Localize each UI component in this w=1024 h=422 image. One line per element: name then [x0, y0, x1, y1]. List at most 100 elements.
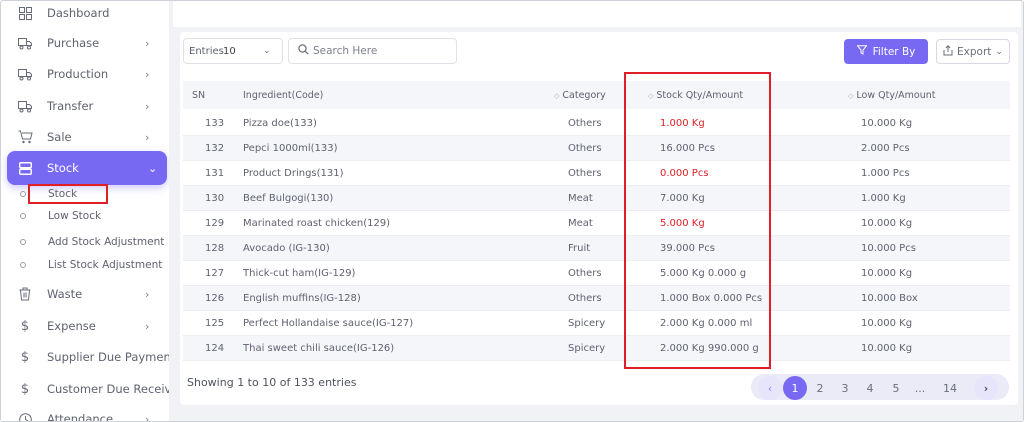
chevron-right-icon: ›	[145, 99, 150, 113]
table-row: 125 Perfect Hollandaise sauce(IG-127) Spic…	[183, 311, 1010, 336]
entries-select[interactable]: Entries 10 ⌄	[183, 38, 283, 64]
highlight-box	[624, 72, 771, 369]
top-bar	[173, 1, 1021, 27]
page-14-button[interactable]: 14	[941, 376, 959, 400]
bullet-icon	[20, 213, 26, 219]
cell-category: Others	[568, 293, 602, 304]
chevron-right-icon: ›	[145, 412, 150, 422]
sidebar-item-stock[interactable]: Stock ⌄	[7, 151, 167, 185]
filter-icon	[856, 45, 868, 58]
filter-by-button[interactable]: Filter By	[844, 39, 928, 64]
chevron-down-icon: ⌄	[995, 46, 1003, 57]
cell-sn: 132	[205, 143, 225, 154]
entries-info: Showing 1 to 10 of 133 entries	[187, 376, 357, 389]
sidebar-item-label: Sale	[47, 130, 72, 144]
submenu-item-low-stock[interactable]: Low Stock	[1, 206, 169, 226]
previous-page-button[interactable]: ‹	[758, 376, 782, 400]
cell-category: Others	[568, 168, 602, 179]
search-field[interactable]	[288, 38, 457, 64]
cell-ingredient: Thick-cut ham(IG-129)	[243, 268, 356, 279]
cell-low-qty: 10.000 Kg	[861, 118, 913, 129]
export-label: Export	[957, 45, 992, 58]
sidebar-item-expense[interactable]: $ Expense ›	[1, 312, 169, 340]
page-4-button[interactable]: 4	[864, 376, 876, 400]
table-row: 131 Product Drings(131) Others 0.000 Pcs 1.0…	[183, 161, 1010, 186]
sidebar-item-supplier-due-payment[interactable]: $ Supplier Due Payment	[1, 343, 175, 371]
app-window: Dashboard Purchase › Production › Transf…	[0, 0, 1024, 422]
chevron-down-icon: ⌄	[148, 161, 158, 175]
column-header-sn[interactable]: SN	[192, 90, 205, 101]
sidebar-item-label: Stock	[47, 161, 79, 175]
sidebar: Dashboard Purchase › Production › Transf…	[1, 1, 179, 422]
chevron-right-icon: ›	[145, 36, 150, 50]
table-row: 126 English muffins(IG-128) Others 1.000 Bo…	[183, 286, 1010, 311]
cell-low-qty: 10.000 Kg	[861, 218, 913, 229]
chevron-right-icon: ›	[145, 287, 150, 301]
page-5-button[interactable]: 5	[890, 376, 902, 400]
chevron-down-icon: ⌄	[263, 46, 271, 56]
sidebar-item-label: Waste	[47, 287, 83, 301]
cell-low-qty: 10.000 Kg	[861, 268, 913, 279]
sidebar-item-dashboard[interactable]: Dashboard	[1, 1, 169, 27]
sidebar-item-label: Customer Due Receive	[47, 382, 179, 396]
sidebar-item-production[interactable]: Production ›	[1, 60, 169, 88]
entries-label: Entries	[189, 45, 224, 57]
page-1-button[interactable]: 1	[783, 376, 807, 400]
table-header: SN Ingredient(Code) ◇ Category ◇ Stock Qty…	[183, 81, 1010, 109]
submenu-item-add-stock-adjustment[interactable]: Add Stock Adjustment	[1, 232, 169, 252]
cell-low-qty: 10.000 Box	[861, 293, 918, 304]
cell-low-qty: 10.000 Pcs	[861, 243, 916, 254]
column-header-ingredient[interactable]: Ingredient(Code)	[243, 90, 323, 101]
cell-sn: 124	[205, 343, 225, 354]
trash-icon	[17, 286, 33, 302]
search-input[interactable]	[313, 43, 451, 59]
sidebar-item-transfer[interactable]: Transfer ›	[1, 92, 169, 120]
cell-low-qty: 1.000 Kg	[861, 193, 906, 204]
cell-sn: 125	[205, 318, 225, 329]
dollar-icon: $	[20, 318, 30, 334]
sort-icon: ◇	[848, 92, 854, 100]
cell-ingredient: English muffins(IG-128)	[243, 293, 361, 304]
sidebar-item-waste[interactable]: Waste ›	[1, 280, 169, 308]
column-header-low-qty[interactable]: ◇ Low Qty/Amount	[848, 90, 935, 101]
cart-icon	[17, 129, 33, 145]
sidebar-item-label: Expense	[47, 319, 96, 333]
bullet-icon	[20, 191, 26, 197]
chevron-right-icon: ›	[145, 130, 150, 144]
sidebar-item-label: Dashboard	[47, 6, 110, 20]
cell-sn: 128	[205, 243, 225, 254]
sidebar-item-sale[interactable]: Sale ›	[1, 123, 169, 151]
cell-category: Fruit	[568, 243, 591, 254]
cell-low-qty: 2.000 Pcs	[861, 143, 910, 154]
sidebar-item-customer-due-receive[interactable]: $ Customer Due Receive	[1, 375, 179, 403]
dashboard-icon	[17, 5, 33, 21]
sidebar-item-label: Transfer	[47, 99, 94, 113]
next-page-button[interactable]: ›	[974, 376, 998, 400]
sidebar-item-label: Purchase	[47, 36, 100, 50]
page-2-button[interactable]: 2	[814, 376, 826, 400]
table-row: 133 Pizza doe(133) Others 1.000 Kg 10.000 Kg	[183, 111, 1010, 136]
filter-by-label: Filter By	[872, 45, 916, 58]
cell-ingredient: Product Drings(131)	[243, 168, 344, 179]
bullet-icon	[20, 262, 26, 268]
column-header-category[interactable]: ◇ Category	[554, 90, 606, 101]
table-row: 124 Thai sweet chili sauce(IG-126) Spicery…	[183, 336, 1010, 361]
dollar-icon: $	[20, 349, 30, 365]
submenu-item-label: Add Stock Adjustment	[48, 236, 165, 248]
sidebar-item-label: Production	[47, 67, 109, 81]
table-row: 129 Marinated roast chicken(129) Meat 5.000…	[183, 211, 1010, 236]
cell-sn: 133	[205, 118, 225, 129]
export-button[interactable]: Export ⌄	[936, 39, 1010, 64]
sidebar-item-attendance[interactable]: Attendance ›	[1, 405, 169, 422]
sidebar-item-purchase[interactable]: Purchase ›	[1, 29, 169, 57]
submenu-item-list-stock-adjustment[interactable]: List Stock Adjustment	[1, 255, 169, 275]
cell-ingredient: Beef Bulgogi(130)	[243, 193, 334, 204]
page-3-button[interactable]: 3	[839, 376, 851, 400]
share-icon	[943, 44, 953, 59]
cell-ingredient: Perfect Hollandaise sauce(IG-127)	[243, 318, 414, 329]
cell-sn: 130	[205, 193, 225, 204]
cell-category: Spicery	[568, 343, 606, 354]
truck-icon	[17, 35, 33, 51]
cell-ingredient: Pepci 1000ml(133)	[243, 143, 338, 154]
submenu-item-label: Low Stock	[48, 210, 102, 222]
